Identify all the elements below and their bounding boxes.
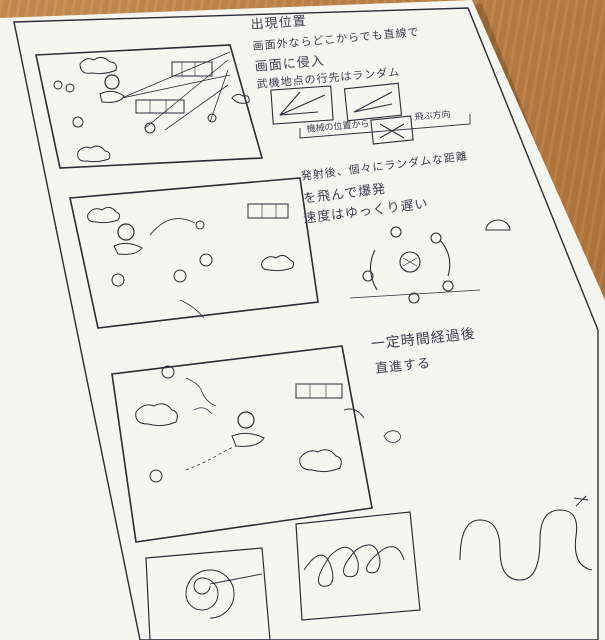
paper [0, 0, 605, 640]
panel1-heading: 出現位置 [250, 14, 308, 33]
storyboard-sheet [0, 0, 605, 640]
